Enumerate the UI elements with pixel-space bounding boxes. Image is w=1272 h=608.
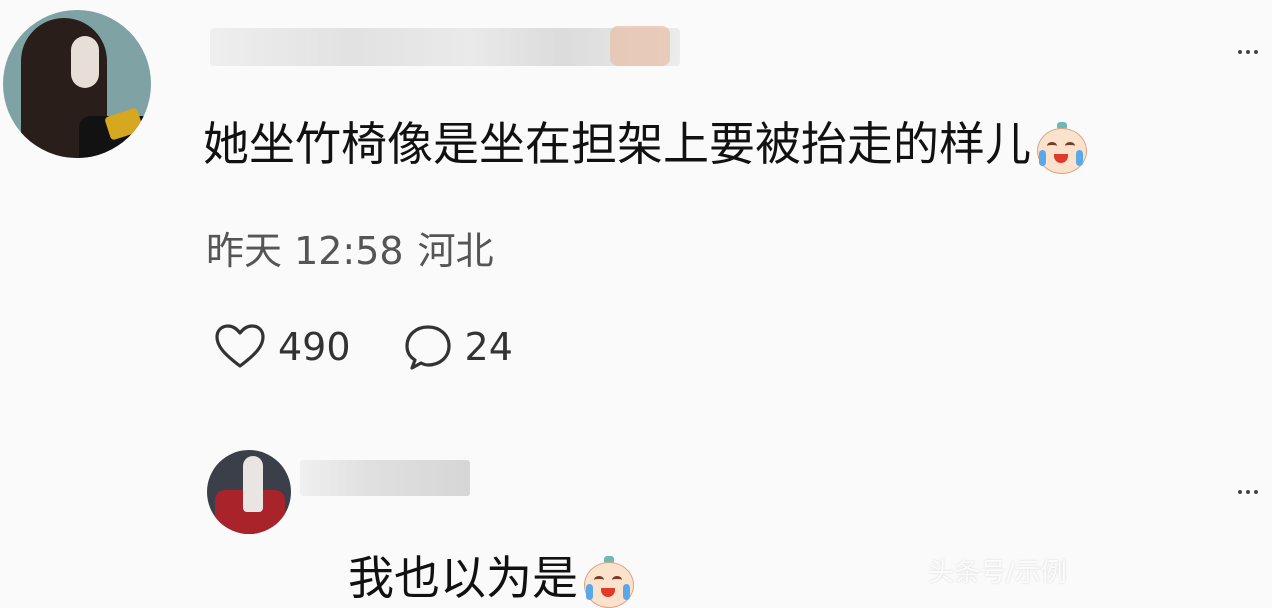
more-dots-icon[interactable]: [1238, 44, 1262, 54]
comment-item: 她坐竹椅像是坐在担架上要被抬走的样儿 昨天 12:58 河北 490 24: [0, 0, 1272, 420]
like-button[interactable]: 490: [214, 324, 351, 370]
avatar-face: [71, 36, 99, 88]
heart-icon: [215, 324, 265, 368]
comment-meta: 昨天 12:58 河北: [206, 226, 494, 276]
reply-avatar[interactable]: [207, 450, 291, 534]
like-count: 490: [278, 325, 351, 369]
reply-username-redacted[interactable]: [300, 460, 470, 496]
username-redacted-badge: [610, 26, 670, 66]
avatar[interactable]: [3, 10, 151, 158]
reply-button[interactable]: 24: [403, 323, 513, 371]
crying-face-icon: [582, 555, 634, 608]
speech-bubble-icon: [404, 325, 451, 370]
comment-body: 她坐竹椅像是坐在担架上要被抬走的样儿: [203, 108, 1087, 180]
more-dots-icon[interactable]: [1238, 484, 1262, 494]
reply-avatar-figure: [243, 456, 263, 512]
reply-item: 我也以为是: [0, 420, 1272, 608]
comment-actions: 490 24: [214, 320, 513, 374]
comment-location: 河北: [417, 229, 494, 273]
reply-text: 我也以为是: [348, 551, 578, 605]
comment-text: 她坐竹椅像是坐在担架上要被抬走的样儿: [203, 117, 1031, 171]
reply-body: 我也以为是: [348, 548, 634, 608]
watermark: 头条号/示例: [928, 558, 1067, 588]
crying-face-icon: [1035, 121, 1087, 174]
reply-count: 24: [464, 325, 513, 369]
comment-time: 昨天 12:58: [206, 229, 404, 273]
